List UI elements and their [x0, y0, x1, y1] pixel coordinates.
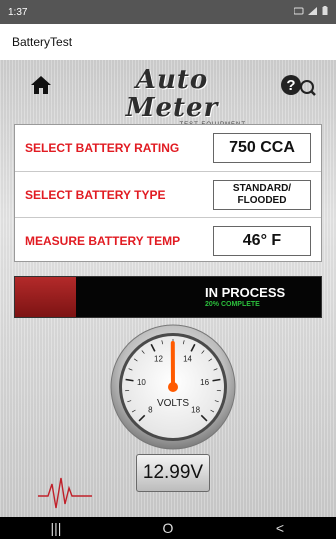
- battery-type-row[interactable]: SELECT BATTERY TYPE STANDARD/ FLOODED: [15, 171, 321, 217]
- progress-fill: [15, 277, 77, 317]
- battery-type-value[interactable]: STANDARD/ FLOODED: [213, 179, 311, 210]
- home-nav-button[interactable]: O: [138, 520, 198, 536]
- gauge-unit-label: VOLTS: [157, 398, 189, 409]
- brand-logo: Auto Meter TEST EQUIPMENT: [88, 66, 256, 141]
- battery-rating-row[interactable]: SELECT BATTERY RATING 750 CCA: [15, 125, 321, 171]
- app-bar: BatteryTest: [0, 24, 336, 60]
- settings-panel: SELECT BATTERY RATING 750 CCA SELECT BAT…: [14, 124, 322, 262]
- progress-status: IN PROCESS: [205, 285, 286, 300]
- notification-icon: [293, 7, 304, 18]
- back-button[interactable]: <: [250, 520, 310, 536]
- system-nav-bar: ||| O <: [0, 517, 336, 539]
- gauge-tick-label: 16: [200, 378, 209, 387]
- voltage-readout: 12.99V: [136, 454, 210, 492]
- gauge-tick-label: 8: [148, 406, 153, 415]
- progress-percent-text: 20% COMPLETE: [205, 301, 260, 308]
- brand-name: Auto Meter: [125, 65, 219, 123]
- battery-type-value-line2: FLOODED: [237, 194, 287, 206]
- battery-temp-value[interactable]: 46° F: [213, 225, 311, 256]
- battery-rating-value[interactable]: 750 CCA: [213, 133, 311, 163]
- signal-icon: [308, 6, 318, 18]
- app-title: BatteryTest: [12, 35, 73, 49]
- gauge-needle-hub: [168, 382, 178, 392]
- status-icons: [293, 6, 328, 18]
- footer-logo-mark: [34, 474, 94, 514]
- home-button[interactable]: [28, 72, 54, 98]
- battery-rating-label: SELECT BATTERY RATING: [25, 141, 180, 155]
- gauge-tick-label: 12: [154, 354, 163, 363]
- home-icon: [31, 76, 51, 94]
- help-button[interactable]: ?: [278, 72, 318, 98]
- recent-apps-button[interactable]: |||: [26, 520, 86, 536]
- battery-type-value-line1: STANDARD/: [232, 182, 292, 194]
- progress-bar: IN PROCESS 20% COMPLETE: [14, 276, 322, 318]
- battery-temp-row[interactable]: MEASURE BATTERY TEMP 46° F: [15, 217, 321, 263]
- battery-temp-label: MEASURE BATTERY TEMP: [25, 233, 181, 248]
- header: Auto Meter TEST EQUIPMENT ?: [0, 60, 336, 141]
- status-bar: 1:37: [0, 0, 336, 24]
- status-time: 1:37: [8, 6, 28, 18]
- svg-text:?: ?: [286, 77, 295, 94]
- battery-icon: [322, 6, 328, 18]
- gauge-tick-label: 10: [137, 378, 146, 387]
- battery-type-label: SELECT BATTERY TYPE: [25, 187, 166, 202]
- voltage-gauge-dial: 8 10 12 14 16 18 VOLTS: [110, 324, 236, 450]
- gauge-tick-label: 18: [191, 406, 200, 415]
- gauge-tick-label: 14: [183, 354, 192, 363]
- help-icon: ?: [281, 75, 316, 96]
- voltage-gauge: 8 10 12 14 16 18 VOLTS: [110, 324, 236, 450]
